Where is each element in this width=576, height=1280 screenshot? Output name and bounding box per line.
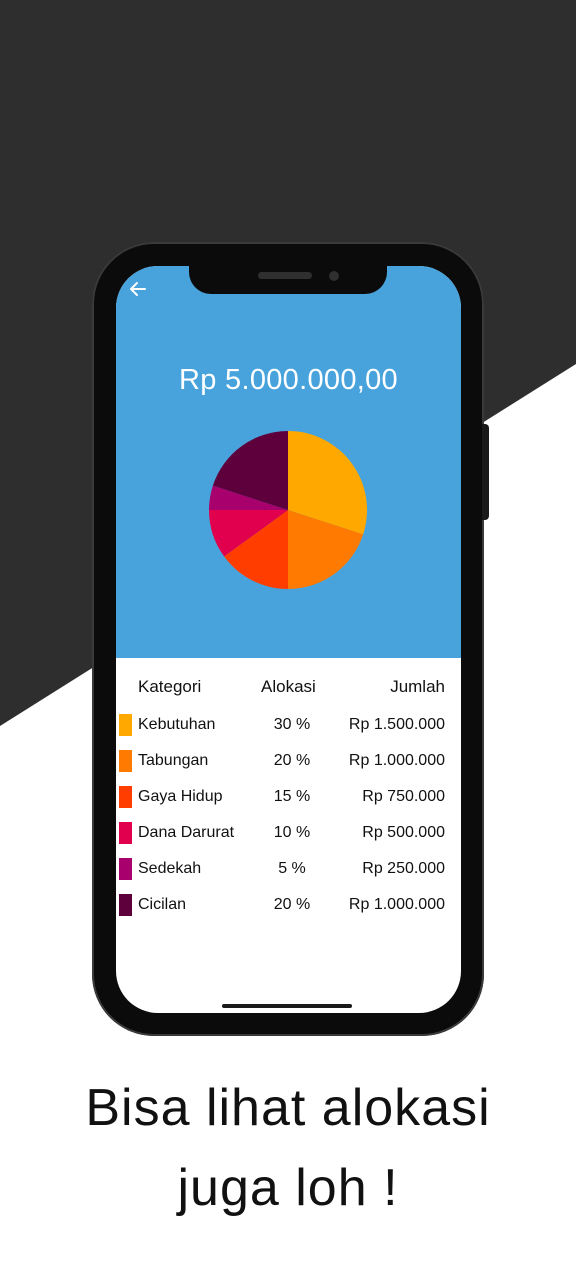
total-amount: Rp 5.000.000,00 (179, 364, 398, 396)
home-indicator (222, 1004, 352, 1008)
back-button[interactable] (124, 276, 152, 302)
phone-side-button (482, 424, 489, 520)
table-row: Cicilan 20 % Rp 1.000.000 (116, 892, 461, 928)
allocation-amount: Rp 250.000 (362, 860, 445, 877)
allocation-amount: Rp 1.000.000 (348, 896, 445, 913)
phone-camera (329, 271, 339, 281)
category-name: Tabungan (138, 752, 209, 769)
table-row: Tabungan 20 % Rp 1.000.000 (116, 748, 461, 784)
header-allocation: Alokasi (261, 677, 316, 696)
category-color-swatch (119, 894, 132, 916)
category-color-swatch (119, 822, 132, 844)
promo-caption: Bisa lihat alokasi juga loh ! (0, 1068, 576, 1228)
phone-speaker (258, 272, 312, 279)
category-name: Cicilan (138, 896, 187, 913)
allocation-amount: Rp 500.000 (362, 824, 445, 841)
table-row: Dana Darurat 10 % Rp 500.000 (116, 820, 461, 856)
category-color-swatch (119, 750, 132, 772)
category-name: Sedekah (138, 860, 202, 877)
category-name: Gaya Hidup (138, 788, 223, 805)
allocation-amount: Rp 750.000 (362, 788, 445, 805)
category-name: Kebutuhan (138, 716, 216, 733)
table-row: Gaya Hidup 15 % Rp 750.000 (116, 784, 461, 820)
category-name: Dana Darurat (138, 824, 235, 841)
allocation-amount: Rp 1.500.000 (348, 716, 445, 733)
category-color-swatch (119, 858, 132, 880)
header-amount: Jumlah (390, 677, 445, 696)
header-category: Kategori (138, 677, 202, 696)
arrow-left-icon (130, 282, 146, 296)
allocation-pie-chart (209, 431, 367, 589)
category-color-swatch (119, 714, 132, 736)
caption-line-2: juga loh ! (177, 1159, 399, 1217)
table-row: Sedekah 5 % Rp 250.000 (116, 856, 461, 892)
allocation-amount: Rp 1.000.000 (348, 752, 445, 769)
category-color-swatch (119, 786, 132, 808)
caption-line-1: Bisa lihat alokasi (85, 1079, 491, 1137)
allocation-table: Kebutuhan 30 % Rp 1.500.000 Tabungan 20 % Rp … (116, 712, 461, 928)
table-row: Kebutuhan 30 % Rp 1.500.000 (116, 712, 461, 748)
table-header: Kategori Alokasi Jumlah (116, 677, 461, 701)
